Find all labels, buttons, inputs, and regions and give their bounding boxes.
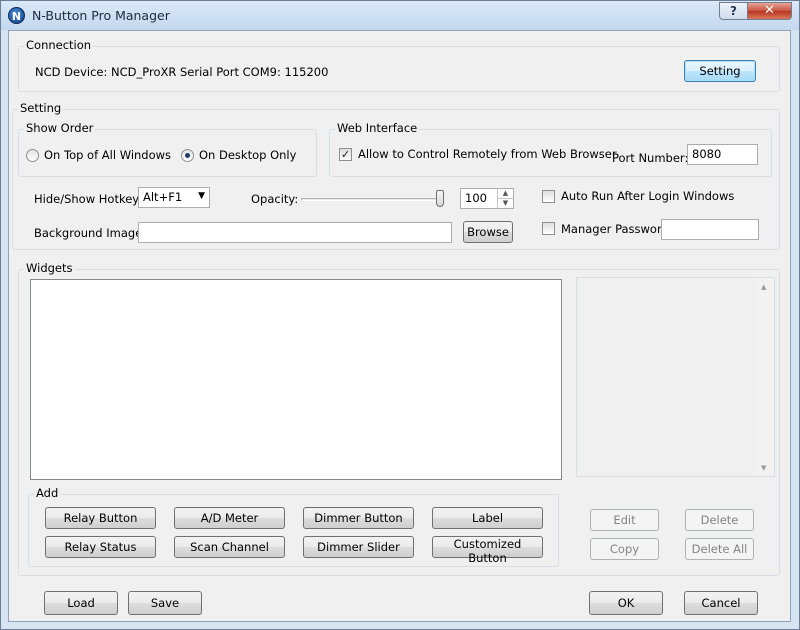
opacity-spinner[interactable]: 100 ▲ ▼ [460, 188, 514, 209]
port-number-input[interactable]: 8080 [687, 144, 758, 165]
manager-password-label[interactable]: Manager Password [561, 222, 669, 236]
widgets-group-label: Widgets [24, 261, 75, 275]
help-icon: ? [730, 4, 737, 18]
widgets-group: Widgets ▲ ▼ Add Relay Button A/D Meter D… [18, 262, 780, 576]
auto-run-label[interactable]: Auto Run After Login Windows [561, 189, 734, 203]
widget-properties-panel: ▲ ▼ [576, 277, 775, 477]
manager-password-checkbox[interactable] [542, 222, 555, 235]
chevron-down-icon: ▼ [198, 191, 205, 201]
hotkey-value: Alt+F1 [143, 190, 183, 204]
manager-password-input[interactable] [661, 219, 759, 240]
spin-down-icon[interactable]: ▼ [497, 199, 513, 208]
hotkey-select[interactable]: Alt+F1 ▼ [138, 187, 210, 208]
title-bar[interactable]: N N-Button Pro Manager ? ✕ [1, 1, 799, 30]
add-scan-channel-button[interactable]: Scan Channel [174, 536, 285, 558]
setting-group-label: Setting [18, 101, 64, 115]
ok-button[interactable]: OK [589, 591, 663, 615]
window-title: N-Button Pro Manager [32, 8, 170, 23]
close-button[interactable]: ✕ [747, 2, 792, 20]
auto-run-checkbox[interactable] [542, 190, 555, 203]
client-area: Connection NCD Device: NCD_ProXR Serial … [8, 30, 791, 622]
load-button[interactable]: Load [44, 591, 118, 615]
web-interface-label: Web Interface [335, 121, 420, 135]
show-order-label: Show Order [24, 121, 96, 135]
on-top-label[interactable]: On Top of All Windows [44, 148, 171, 162]
edit-button[interactable]: Edit [590, 509, 659, 531]
on-desktop-label[interactable]: On Desktop Only [199, 148, 296, 162]
add-group: Add Relay Button A/D Meter Dimmer Button… [28, 487, 559, 567]
port-number-label: Port Number: [612, 151, 689, 165]
scroll-down-icon[interactable]: ▼ [761, 464, 766, 472]
connection-group-label: Connection [24, 38, 94, 52]
background-image-label: Background Image: [34, 226, 147, 240]
add-dimmer-slider-button[interactable]: Dimmer Slider [303, 536, 414, 558]
copy-button[interactable]: Copy [590, 538, 659, 560]
help-button[interactable]: ? [719, 2, 748, 20]
add-relay-status-button[interactable]: Relay Status [45, 536, 156, 558]
save-button[interactable]: Save [128, 591, 202, 615]
setting-group: Setting Show Order On Top of All Windows… [12, 102, 780, 250]
scroll-up-icon[interactable]: ▲ [761, 283, 766, 291]
close-icon: ✕ [764, 3, 775, 18]
connection-setting-button[interactable]: Setting [684, 60, 756, 82]
add-label-button[interactable]: Label [432, 507, 543, 529]
web-interface-group: Web Interface ✓ Allow to Control Remotel… [329, 122, 772, 177]
on-desktop-radio[interactable] [181, 149, 194, 162]
spin-up-icon[interactable]: ▲ [497, 189, 513, 199]
delete-all-button[interactable]: Delete All [685, 538, 754, 560]
n-logo-icon: N [8, 7, 25, 24]
connection-group: Connection NCD Device: NCD_ProXR Serial … [18, 39, 780, 92]
add-group-label: Add [34, 486, 61, 500]
add-customized-button[interactable]: Customized Button [432, 536, 543, 565]
add-dimmer-button[interactable]: Dimmer Button [303, 507, 414, 529]
allow-remote-checkbox[interactable]: ✓ [339, 148, 352, 161]
opacity-label: Opacity: [251, 192, 299, 206]
opacity-slider-track[interactable] [301, 198, 443, 201]
background-image-input[interactable] [138, 222, 452, 243]
properties-scrollbar[interactable]: ▲ ▼ [757, 278, 774, 476]
show-order-group: Show Order On Top of All Windows On Desk… [18, 122, 317, 177]
delete-button[interactable]: Delete [685, 509, 754, 531]
opacity-slider-thumb[interactable] [436, 190, 444, 207]
add-ad-meter-button[interactable]: A/D Meter [174, 507, 285, 529]
widgets-canvas[interactable] [30, 279, 562, 480]
browse-button[interactable]: Browse [463, 221, 513, 243]
cancel-button[interactable]: Cancel [684, 591, 758, 615]
allow-remote-label[interactable]: Allow to Control Remotely from Web Brows… [358, 147, 617, 161]
main-window: N N-Button Pro Manager ? ✕ Connection NC… [0, 0, 800, 630]
add-relay-button[interactable]: Relay Button [45, 507, 156, 529]
on-top-radio[interactable] [26, 149, 39, 162]
device-info: NCD Device: NCD_ProXR Serial Port COM9: … [35, 65, 329, 79]
opacity-value: 100 [465, 191, 487, 205]
hotkey-label: Hide/Show Hotkey: [34, 192, 143, 206]
